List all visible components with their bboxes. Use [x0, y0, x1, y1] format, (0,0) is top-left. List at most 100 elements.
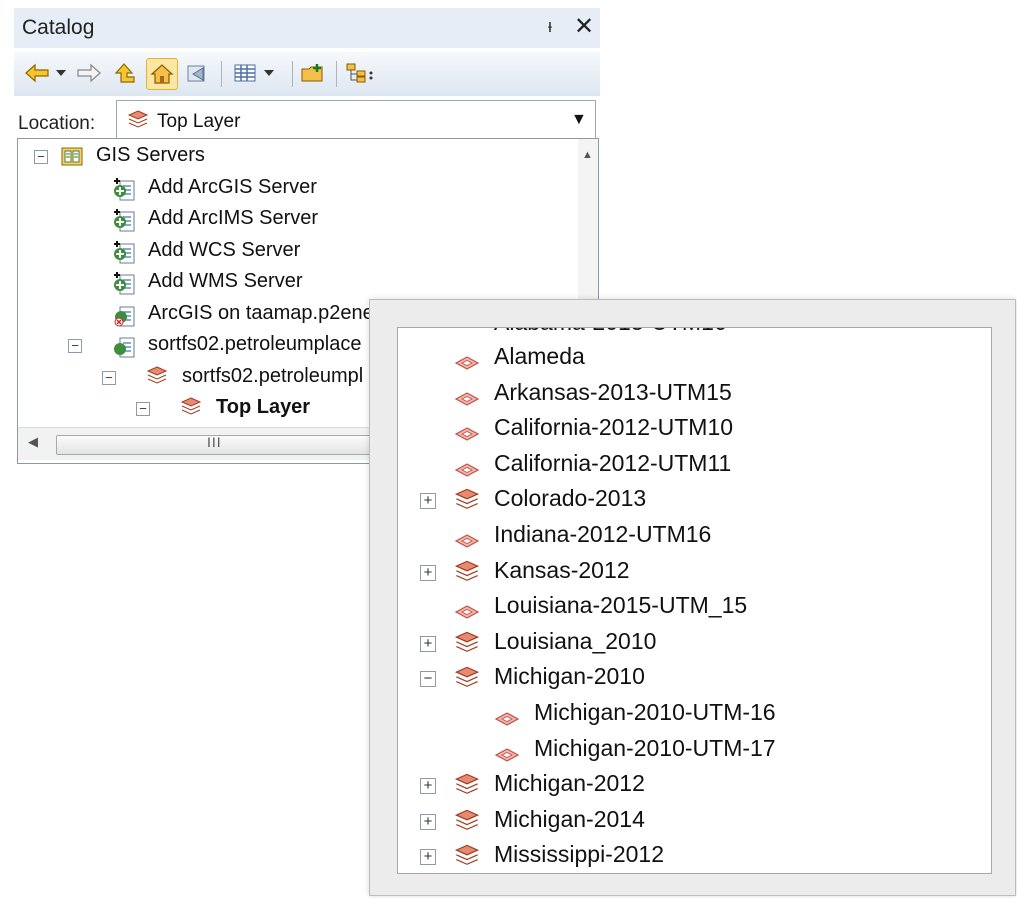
expand-icon[interactable]: + — [420, 635, 436, 652]
catalog-title-bar: Catalog ᵻ ✕ — [14, 8, 600, 48]
tree-item[interactable]: Add WMS Server — [18, 267, 578, 297]
layer-stack-icon — [454, 630, 480, 662]
layer-stack-icon — [454, 665, 480, 697]
expand-icon[interactable]: + — [420, 849, 436, 866]
list-item-label: Michigan-2010-UTM-16 — [534, 699, 776, 725]
raster-layer-icon — [494, 742, 520, 769]
tree-item-label: GIS Servers — [96, 144, 205, 166]
tree-item[interactable]: Add ArcIMS Server — [18, 204, 578, 234]
tree-item-label: sortfs02.petroleumpl — [182, 364, 364, 387]
chevron-down-icon[interactable]: ▼ — [571, 111, 587, 129]
list-item[interactable]: Michigan-2010-UTM-17 — [398, 732, 991, 768]
location-combobox[interactable]: Top Layer ▼ — [116, 100, 596, 142]
zoomed-tree-items: Alameda Arkansas-2013-UTM15 California-201… — [398, 328, 991, 873]
list-item-label: Louisiana-2015-UTM_15 — [494, 592, 748, 619]
raster-layer-icon — [454, 350, 480, 377]
layer-stack-icon — [127, 109, 149, 136]
add-server-icon — [112, 239, 138, 271]
add-server-icon — [112, 176, 138, 208]
tree-item-label: Add ArcGIS Server — [148, 175, 317, 198]
list-item-label: Michigan-2014 — [494, 805, 645, 832]
list-item[interactable]: Arkansas-2013-UTM15 — [398, 376, 991, 412]
list-item-label: Mississippi-2012 — [494, 841, 665, 868]
list-item[interactable]: + Mississippi-2012 — [398, 838, 991, 873]
add-server-icon — [112, 207, 138, 239]
raster-layer-icon — [494, 706, 520, 733]
list-item[interactable]: + Kansas-2012 — [398, 554, 991, 590]
collapse-icon[interactable]: − — [68, 339, 82, 353]
layer-stack-icon — [454, 808, 480, 840]
scroll-thumb[interactable]: III — [56, 434, 418, 455]
collapse-icon[interactable]: − — [420, 671, 436, 688]
list-item[interactable]: Louisiana-2015-UTM_15 — [398, 589, 991, 625]
tree-item-label: sortfs02.petroleumplace — [148, 333, 362, 355]
list-item[interactable]: + Louisiana_2010 — [398, 625, 991, 661]
list-item[interactable]: Indiana-2012-UTM16 — [398, 518, 991, 554]
tree-item-label: Top Layer — [216, 396, 311, 418]
expand-icon[interactable]: + — [420, 564, 436, 581]
add-server-icon — [112, 270, 138, 302]
list-item[interactable]: California-2012-UTM10 — [398, 411, 991, 447]
catalog-title: Catalog — [22, 16, 95, 39]
toolbar-separator — [336, 61, 337, 87]
list-item-label: Michigan-2010-UTM-17 — [534, 734, 776, 761]
tree-item[interactable]: Add WCS Server — [18, 236, 578, 266]
list-item-label: Colorado-2013 — [494, 485, 647, 512]
list-item[interactable]: + Michigan-2012 — [398, 767, 991, 803]
raster-layer-icon — [454, 599, 480, 626]
up-one-level-icon[interactable] — [110, 58, 140, 88]
server-error-icon — [112, 302, 138, 334]
collapse-icon[interactable]: − — [34, 150, 48, 164]
tree-item-label: Add WMS Server — [148, 270, 303, 292]
expand-icon[interactable]: + — [420, 778, 436, 795]
views-dropdown-icon[interactable] — [260, 58, 278, 88]
list-item-label: Alameda — [494, 343, 585, 369]
list-item[interactable]: Alameda — [398, 340, 991, 376]
layer-stack-icon — [454, 772, 480, 804]
list-item[interactable]: California-2012-UTM11 — [398, 447, 991, 483]
new-item-icon[interactable] — [298, 58, 328, 88]
home-folder-icon[interactable] — [146, 58, 178, 90]
views-grid-icon[interactable] — [230, 58, 260, 88]
list-item-label: California-2012-UTM10 — [494, 414, 734, 441]
close-icon[interactable]: ✕ — [574, 12, 594, 41]
collapse-icon[interactable]: − — [102, 370, 116, 385]
zoomed-tree-list[interactable]: Alabama-2013-UTM16 AlamedaArkansas-2013-… — [397, 327, 992, 874]
layer-stack-icon — [454, 487, 480, 519]
expand-icon[interactable]: + — [420, 813, 436, 830]
layer-stack-icon — [180, 396, 202, 424]
scroll-up-icon[interactable]: ▲ — [582, 149, 593, 161]
location-row: Location: Top Layer ▼ — [14, 96, 600, 144]
location-label: Location: — [18, 113, 96, 134]
scroll-grip: III — [207, 434, 222, 450]
toggle-tree-icon[interactable] — [342, 58, 382, 88]
raster-layer-icon — [454, 421, 480, 448]
collapse-icon[interactable]: − — [136, 402, 150, 416]
scroll-left-icon[interactable]: ◀ — [28, 434, 38, 450]
tree-item[interactable]: − GIS Servers — [18, 141, 578, 171]
back-arrow-icon[interactable] — [22, 58, 52, 88]
layer-stack-icon — [454, 559, 480, 591]
raster-layer-icon — [454, 528, 480, 555]
location-value: Top Layer — [157, 111, 241, 132]
layer-stack-icon — [454, 843, 480, 873]
toolbar-separator — [292, 61, 293, 87]
list-item[interactable]: Michigan-2010-UTM-16 — [398, 696, 991, 732]
list-item-label: California-2012-UTM11 — [494, 449, 732, 476]
list-item-label: Kansas-2012 — [494, 556, 630, 583]
raster-layer-icon — [454, 457, 480, 484]
expand-icon[interactable]: + — [420, 493, 436, 510]
zoomed-tree-popup: Alabama-2013-UTM16 AlamedaArkansas-2013-… — [369, 299, 1016, 896]
gis-servers-folder-icon — [60, 144, 84, 174]
server-connection-icon — [112, 333, 138, 365]
dropdown-arrow-icon[interactable] — [52, 58, 70, 88]
toolbar-separator — [221, 61, 222, 87]
list-item[interactable]: − Michigan-2010 — [398, 660, 991, 696]
tree-item[interactable]: Add ArcGIS Server — [18, 173, 578, 203]
forward-arrow-icon[interactable] — [74, 58, 104, 88]
list-item[interactable]: + Michigan-2014 — [398, 803, 991, 839]
list-item[interactable]: + Colorado-2013 — [398, 482, 991, 518]
connect-to-folder-icon[interactable] — [182, 58, 212, 88]
list-item-label: Michigan-2012 — [494, 770, 645, 797]
pin-icon[interactable]: ᵻ — [548, 16, 552, 37]
